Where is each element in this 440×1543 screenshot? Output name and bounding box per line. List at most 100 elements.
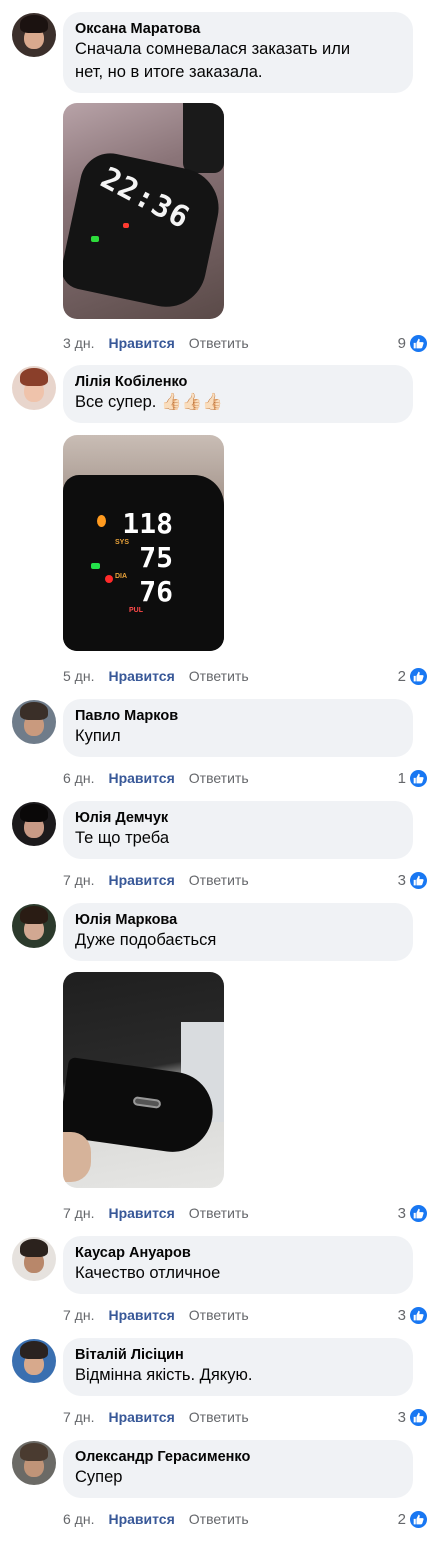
- reaction-number: 9: [397, 334, 406, 352]
- like-button[interactable]: Нравится: [108, 668, 174, 684]
- comment-actions: 7 дн. Нравится Ответить: [63, 1203, 249, 1223]
- comment-actions: 7 дн. Нравится Ответить: [63, 1407, 249, 1427]
- avatar[interactable]: [12, 366, 56, 410]
- reaction-number: 3: [397, 1408, 406, 1426]
- comment-bubble: Юлія Демчук Те що треба: [63, 801, 413, 859]
- finger: [63, 1132, 91, 1182]
- avatar[interactable]: [12, 904, 56, 948]
- comment-actions: 6 дн. Нравится Ответить: [63, 768, 249, 788]
- comment-text: Супер: [75, 1468, 123, 1486]
- reaction-number: 3: [397, 871, 406, 889]
- comment-time[interactable]: 7 дн.: [63, 872, 94, 888]
- avatar[interactable]: [12, 13, 56, 57]
- thumbs-up-icon: [409, 333, 428, 353]
- thumbs-up-icon: [409, 768, 428, 788]
- comment-time[interactable]: 5 дн.: [63, 668, 94, 684]
- thumbs-up-icon: [409, 1305, 428, 1325]
- comment-bubble: Віталій Лісіцин Відмінна якість. Дякую.: [63, 1338, 413, 1396]
- comment-bubble: Каусар Ануаров Качество отличное: [63, 1236, 413, 1294]
- comment-bubble: Оксана Маратова Сначала сомневалася зака…: [63, 12, 413, 93]
- thumbs-up-icon: [409, 666, 428, 686]
- status-led: [91, 563, 100, 569]
- reaction-number: 3: [397, 1306, 406, 1324]
- thumbs-up-icon: [409, 870, 428, 890]
- reply-button[interactable]: Ответить: [189, 1409, 249, 1425]
- status-led: [91, 236, 99, 242]
- reply-button[interactable]: Ответить: [189, 1307, 249, 1323]
- comment-time[interactable]: 7 дн.: [63, 1307, 94, 1323]
- reaction-count[interactable]: 1: [398, 768, 428, 788]
- reply-button[interactable]: Ответить: [189, 668, 249, 684]
- comment-author[interactable]: Оксана Маратова: [75, 20, 401, 38]
- bp-readout: 118 75 76: [113, 507, 173, 609]
- avatar[interactable]: [12, 1339, 56, 1383]
- avatar[interactable]: [12, 700, 56, 744]
- thumbs-up-icon: [409, 1509, 428, 1529]
- like-button[interactable]: Нравится: [108, 1205, 174, 1221]
- comment-time[interactable]: 3 дн.: [63, 335, 94, 351]
- blood-pressure-monitor-photo[interactable]: 118 75 76 SYS DIA PUL: [63, 435, 224, 651]
- avatar[interactable]: [12, 1441, 56, 1485]
- watch-band: [183, 103, 224, 173]
- status-led: [123, 223, 129, 228]
- like-button[interactable]: Нравится: [108, 1307, 174, 1323]
- comment-actions: 7 дн. Нравится Ответить: [63, 1305, 249, 1325]
- comment-text: Сначала сомневалася заказать или: [75, 40, 351, 58]
- reaction-count[interactable]: 3: [398, 1305, 428, 1325]
- comment-author[interactable]: Лілія Кобіленко: [75, 373, 401, 391]
- comment-text: Те що треба: [75, 829, 170, 847]
- like-button[interactable]: Нравится: [108, 335, 174, 351]
- comment-time[interactable]: 7 дн.: [63, 1205, 94, 1221]
- reaction-number: 2: [397, 1510, 406, 1528]
- status-led: [97, 515, 106, 527]
- reaction-number: 3: [397, 1204, 406, 1222]
- sys-label: SYS: [115, 539, 130, 546]
- smart-watch-clock-photo[interactable]: 22:36: [63, 103, 224, 319]
- comment-text: нет, но в итоге заказала.: [75, 63, 263, 81]
- comment-time[interactable]: 7 дн.: [63, 1409, 94, 1425]
- comment-bubble: Олександр Герасименко Супер: [63, 1440, 413, 1498]
- reply-button[interactable]: Ответить: [189, 770, 249, 786]
- reaction-count[interactable]: 3: [398, 1203, 428, 1223]
- comment-time[interactable]: 6 дн.: [63, 1511, 94, 1527]
- sys-value: 118: [122, 507, 173, 540]
- comment-actions: 7 дн. Нравится Ответить: [63, 870, 249, 890]
- comment-text: Дуже подобається: [75, 931, 217, 949]
- comment-author[interactable]: Олександр Герасименко: [75, 1448, 401, 1466]
- comment-author[interactable]: Віталій Лісіцин: [75, 1346, 401, 1364]
- comment-actions: 5 дн. Нравится Ответить: [63, 666, 249, 686]
- comment-bubble: Юлія Маркова Дуже подобається: [63, 903, 413, 961]
- comment-bubble: Лілія Кобіленко Все супер. 👍🏻👍🏻👍🏻: [63, 365, 413, 423]
- comment-author[interactable]: Юлія Демчук: [75, 809, 401, 827]
- reply-button[interactable]: Ответить: [189, 335, 249, 351]
- comment-bubble: Павло Марков Купил: [63, 699, 413, 757]
- dia-value: 75: [139, 541, 173, 574]
- heart-icon: [105, 575, 113, 583]
- avatar[interactable]: [12, 1237, 56, 1281]
- pulse-value: 76: [139, 575, 173, 608]
- comment-author[interactable]: Павло Марков: [75, 707, 401, 725]
- reaction-number: 2: [397, 667, 406, 685]
- pul-label: PUL: [129, 607, 143, 614]
- comment-actions: 6 дн. Нравится Ответить: [63, 1509, 249, 1529]
- comment-text: Відмінна якість. Дякую.: [75, 1366, 253, 1384]
- like-button[interactable]: Нравится: [108, 770, 174, 786]
- reply-button[interactable]: Ответить: [189, 872, 249, 888]
- reaction-number: 1: [397, 769, 406, 787]
- like-button[interactable]: Нравится: [108, 1511, 174, 1527]
- reaction-count[interactable]: 3: [398, 870, 428, 890]
- device-charging-port-photo[interactable]: [63, 972, 224, 1188]
- like-button[interactable]: Нравится: [108, 1409, 174, 1425]
- thumbs-up-icon: [409, 1203, 428, 1223]
- reaction-count[interactable]: 2: [398, 666, 428, 686]
- reply-button[interactable]: Ответить: [189, 1511, 249, 1527]
- reaction-count[interactable]: 2: [398, 1509, 428, 1529]
- avatar[interactable]: [12, 802, 56, 846]
- reply-button[interactable]: Ответить: [189, 1205, 249, 1221]
- reaction-count[interactable]: 9: [398, 333, 428, 353]
- comment-author[interactable]: Каусар Ануаров: [75, 1244, 401, 1262]
- comment-author[interactable]: Юлія Маркова: [75, 911, 401, 929]
- like-button[interactable]: Нравится: [108, 872, 174, 888]
- comment-time[interactable]: 6 дн.: [63, 770, 94, 786]
- reaction-count[interactable]: 3: [398, 1407, 428, 1427]
